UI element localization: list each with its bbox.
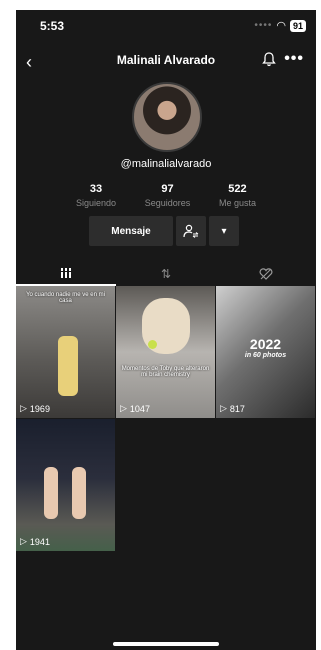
caret-down-icon: ▾ (221, 225, 227, 237)
stat-value: 522 (228, 183, 247, 195)
battery-indicator: 91 (289, 19, 306, 32)
profile-actions: Mensaje ▾ (89, 216, 239, 246)
stat-value: 33 (89, 183, 103, 195)
thumbnail-year: 2022 (249, 336, 282, 352)
status-bar: 5:53 •••• ◠ 91 (16, 10, 316, 40)
video-thumbnail[interactable]: Yo cuando nadie me ve en mi casa ▷ 1969 (16, 286, 115, 418)
person-swap-icon (183, 224, 199, 238)
thumbnail-ball (148, 340, 157, 349)
dropdown-button[interactable]: ▾ (209, 216, 239, 246)
play-count-value: 817 (229, 403, 245, 414)
phone-screen: 5:53 •••• ◠ 91 ‹ Malinali Alvarado ••• @… (16, 10, 316, 650)
play-count: ▷ 1047 (120, 403, 150, 414)
video-grid: Yo cuando nadie me ve en mi casa ▷ 1969 … (16, 286, 316, 551)
profile-handle: @malinalialvarado (120, 158, 212, 170)
play-count: ▷ 1969 (20, 403, 50, 414)
thumbnail-figure (72, 467, 86, 519)
stat-following[interactable]: 33 Siguiendo (76, 183, 116, 208)
grid-bars-icon (60, 268, 72, 278)
home-indicator (113, 642, 219, 646)
play-icon: ▷ (120, 403, 127, 413)
stat-followers[interactable]: 97 Seguidores (145, 183, 191, 208)
tab-reposts[interactable]: ⇅ (116, 262, 216, 286)
stat-likes[interactable]: 522 Me gusta (219, 183, 256, 208)
play-icon: ▷ (20, 536, 27, 546)
stat-label: Seguidores (144, 198, 191, 208)
play-count-value: 1969 (29, 403, 50, 414)
thumbnail-figure (44, 467, 58, 519)
more-dots-icon: ••• (284, 50, 304, 67)
stat-label: Siguiendo (76, 198, 117, 208)
tab-videos[interactable] (16, 262, 116, 286)
video-caption: Yo cuando nadie me ve en mi casa (26, 292, 105, 304)
wifi-icon: ◠ (276, 20, 286, 32)
status-time: 5:53 (40, 19, 65, 33)
heart-hidden-icon (259, 268, 273, 280)
tab-liked[interactable] (216, 262, 316, 286)
video-thumbnail[interactable]: ▷ 1941 (16, 419, 115, 551)
thumbnail-title: 2022 in 60 photos (216, 336, 315, 359)
thumbnail-subtitle: in 60 photos (244, 352, 287, 359)
play-count-value: 1047 (129, 403, 150, 414)
bell-icon (262, 52, 276, 67)
play-count-value: 1941 (29, 536, 50, 547)
more-options-button[interactable]: ••• (284, 50, 304, 68)
message-button[interactable]: Mensaje (89, 216, 173, 246)
video-thumbnail[interactable]: 2022 in 60 photos ▷ 817 (216, 286, 315, 418)
top-nav: ‹ Malinali Alvarado ••• (16, 50, 316, 74)
profile-avatar[interactable] (132, 82, 202, 152)
play-count: ▷ 817 (220, 403, 245, 414)
content-tabs: ⇅ (16, 262, 316, 286)
repost-icon: ⇅ (160, 267, 172, 281)
play-count: ▷ 1941 (20, 536, 50, 547)
video-thumbnail[interactable]: Momentos de Toby que alteraron mi brain … (116, 286, 215, 418)
stat-value: 97 (161, 183, 174, 195)
notification-bell-button[interactable] (262, 52, 276, 72)
profile-stats: 33 Siguiendo 97 Seguidores 522 Me gusta (76, 183, 256, 208)
stat-label: Me gusta (218, 198, 256, 208)
thumbnail-figure (58, 336, 78, 396)
play-icon: ▷ (220, 403, 227, 413)
video-caption: Momentos de Toby que alteraron mi brain … (121, 366, 210, 378)
follow-toggle-button[interactable] (176, 216, 206, 246)
signal-icon: •••• (254, 20, 273, 31)
play-icon: ▷ (20, 403, 27, 413)
status-icons: •••• ◠ 91 (254, 19, 306, 32)
